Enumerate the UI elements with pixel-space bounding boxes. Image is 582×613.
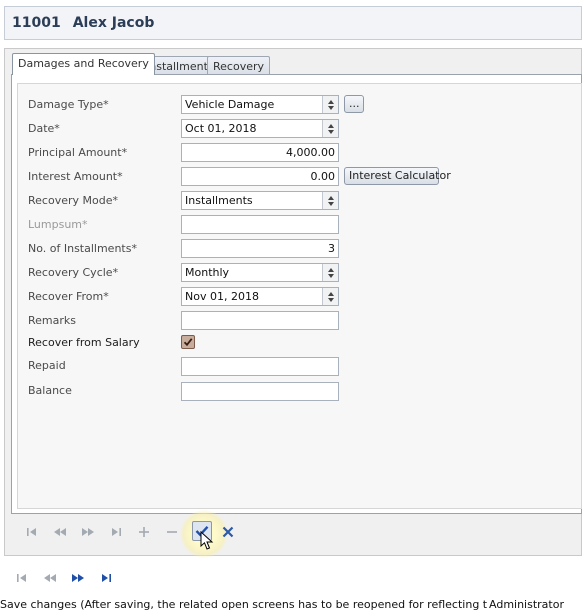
principal-amount-field[interactable]: 4,000.00 — [181, 143, 339, 162]
next-icon[interactable] — [80, 524, 96, 540]
damage-type-select[interactable]: Vehicle Damage — [181, 95, 339, 114]
recovery-cycle-value: Monthly — [185, 266, 230, 279]
recovery-mode-value: Installments — [185, 194, 253, 207]
status-bar: Save changes (After saving, the related … — [0, 597, 582, 613]
repaid-label: Repaid — [28, 359, 66, 372]
status-message: Save changes (After saving, the related … — [0, 598, 518, 611]
damage-type-value: Vehicle Damage — [185, 98, 275, 111]
first-icon[interactable] — [24, 524, 40, 540]
tab-damages-and-recovery[interactable]: Damages and Recovery — [12, 53, 155, 75]
add-icon[interactable] — [136, 524, 152, 540]
spin-icon[interactable] — [322, 264, 338, 281]
spin-icon[interactable] — [322, 120, 338, 137]
recovery-mode-select[interactable]: Installments — [181, 191, 339, 210]
lumpsum-label: Lumpsum* — [28, 218, 88, 231]
damage-type-label: Damage Type* — [28, 98, 109, 111]
recover-from-label: Recover From* — [28, 290, 109, 303]
spin-icon[interactable] — [322, 192, 338, 209]
employee-name: Alex Jacob — [72, 15, 155, 31]
interest-calculator-button[interactable]: Interest Calculator — [344, 167, 451, 185]
recovery-cycle-label: Recovery Cycle* — [28, 266, 119, 279]
status-user: Administrator — [487, 597, 564, 613]
recover-from-value: Nov 01, 2018 — [185, 290, 259, 303]
balance-label: Balance — [28, 384, 72, 397]
recovery-mode-label: Recovery Mode* — [28, 194, 118, 207]
last-icon[interactable] — [98, 570, 114, 586]
recovery-cycle-select[interactable]: Monthly — [181, 263, 339, 282]
damage-type-browse-button[interactable]: ... — [344, 95, 364, 113]
remove-icon[interactable] — [164, 524, 180, 540]
date-field[interactable]: Oct 01, 2018 — [181, 119, 339, 138]
remarks-field[interactable] — [181, 311, 339, 330]
previous-icon[interactable] — [52, 524, 68, 540]
date-label: Date* — [28, 122, 60, 135]
checkmark-icon — [183, 338, 193, 347]
mouse-cursor-icon — [199, 530, 215, 554]
next-icon[interactable] — [70, 570, 86, 586]
spin-icon[interactable] — [322, 96, 338, 113]
recover-from-salary-label: Recover from Salary — [28, 336, 140, 349]
balance-field[interactable] — [181, 382, 339, 401]
interest-amount-field[interactable]: 0.00 — [181, 167, 339, 186]
previous-icon[interactable] — [42, 570, 58, 586]
lumpsum-field[interactable] — [181, 215, 339, 234]
cancel-x-icon[interactable] — [220, 524, 236, 540]
remarks-label: Remarks — [28, 314, 76, 327]
recover-from-field[interactable]: Nov 01, 2018 — [181, 287, 339, 306]
tab-recovery[interactable]: Recovery — [207, 56, 271, 76]
repaid-field[interactable] — [181, 357, 339, 376]
installments-label: No. of Installments* — [28, 242, 137, 255]
installments-field[interactable]: 3 — [181, 239, 339, 258]
recover-from-salary-checkbox[interactable] — [181, 335, 195, 349]
employee-id: 11001 — [12, 15, 61, 31]
spin-icon[interactable] — [322, 288, 338, 305]
principal-amount-label: Principal Amount* — [28, 146, 128, 159]
employee-header: 11001 Alex Jacob — [4, 6, 582, 40]
date-value: Oct 01, 2018 — [185, 122, 257, 135]
interest-amount-label: Interest Amount* — [28, 170, 123, 183]
last-icon[interactable] — [108, 524, 124, 540]
first-icon[interactable] — [14, 570, 30, 586]
